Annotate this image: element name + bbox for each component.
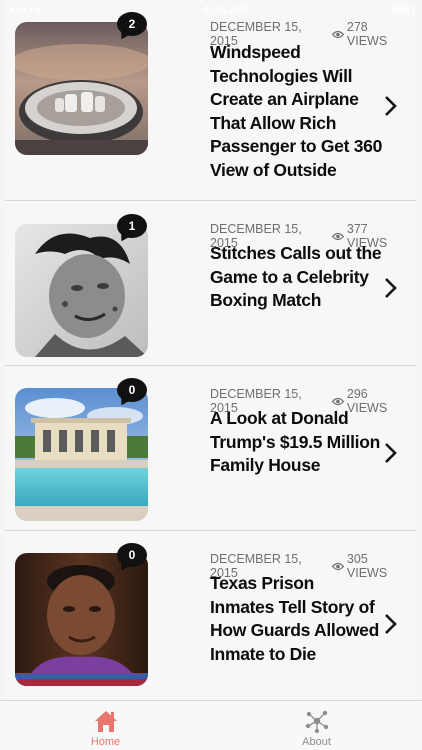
eye-icon xyxy=(332,562,344,570)
network-icon xyxy=(305,710,328,733)
article-card[interactable]: 1 DECEMBER 15, 2015 377 VIEWS Stitches C… xyxy=(5,201,416,366)
article-thumbnail xyxy=(15,22,148,155)
article-title[interactable]: Windspeed Technologies Will Create an Ai… xyxy=(210,41,382,182)
comment-count-bubble: 1 xyxy=(117,214,147,238)
comment-count-bubble: 0 xyxy=(117,378,147,402)
article-feed[interactable]: ●●●●● 4:55 AM 2 DECEMBER 15, 2015 278 VI… xyxy=(0,0,422,700)
comment-count-bubble: 0 xyxy=(117,543,147,567)
chevron-right-icon[interactable] xyxy=(383,612,399,636)
article-title[interactable]: Texas Prison Inmates Tell Story of How G… xyxy=(210,572,382,666)
tab-about-label: About xyxy=(302,736,331,748)
tab-home[interactable]: Home xyxy=(0,701,211,750)
tab-home-label: Home xyxy=(90,736,121,748)
article-card[interactable]: 2 DECEMBER 15, 2015 278 VIEWS Windspeed … xyxy=(5,0,416,201)
status-bar: ●●●●● 4:55 AM xyxy=(0,0,422,20)
article-title[interactable]: A Look at Donald Trump's $19.5 Million F… xyxy=(210,407,382,478)
eye-icon xyxy=(332,397,344,405)
signal-icon: ●●●●● xyxy=(8,4,42,16)
article-card[interactable]: 0 DECEMBER 15, 2015 296 VIEWS A Look at … xyxy=(5,366,416,531)
tab-about[interactable]: About xyxy=(211,701,422,750)
eye-icon xyxy=(332,30,344,38)
status-time: 4:55 AM xyxy=(202,3,249,17)
eye-icon xyxy=(332,232,344,240)
chevron-right-icon[interactable] xyxy=(383,276,399,300)
article-thumbnail xyxy=(15,224,148,357)
article-title[interactable]: Stitches Calls out the Game to a Celebri… xyxy=(210,242,382,313)
article-card[interactable]: 0 DECEMBER 15, 2015 305 VIEWS Texas Pris… xyxy=(5,531,416,700)
article-thumbnail xyxy=(15,388,148,521)
house-icon xyxy=(94,711,117,732)
chevron-right-icon[interactable] xyxy=(383,441,399,465)
tab-bar: Home About xyxy=(0,700,422,750)
battery-icon xyxy=(392,5,414,15)
article-thumbnail xyxy=(15,553,148,686)
chevron-right-icon[interactable] xyxy=(383,94,399,118)
